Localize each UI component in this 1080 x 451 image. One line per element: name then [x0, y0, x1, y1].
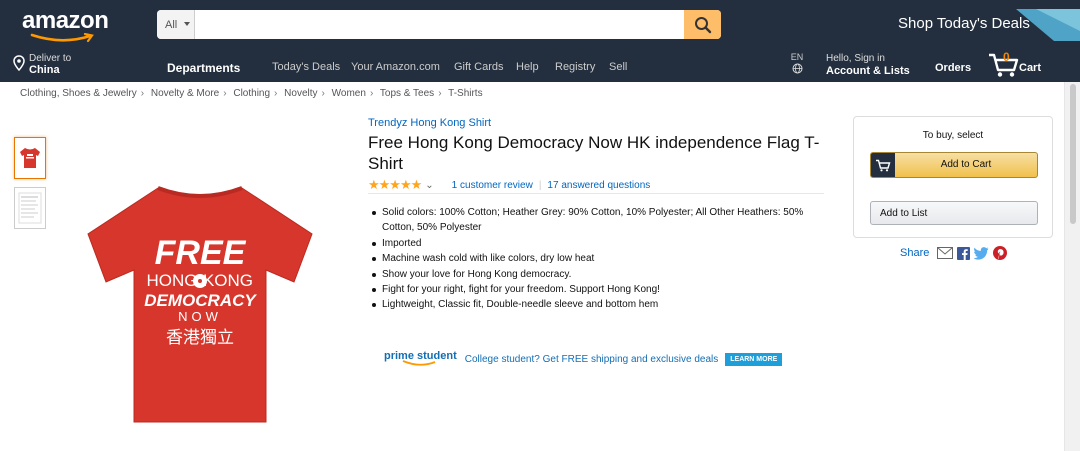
breadcrumb-item[interactable]: Women [332, 88, 366, 99]
size-chart-thumbnail-icon [18, 192, 42, 224]
chevron-down-icon[interactable]: ⌄ [425, 180, 433, 191]
cart-count: 0 [1003, 50, 1010, 64]
nav-your-amazon[interactable]: Your Amazon.com [351, 61, 440, 73]
nav-registry[interactable]: Registry [555, 61, 595, 73]
rating-row: ★★★★★ ⌄ 1 customer review | 17 answered … [368, 177, 650, 193]
list-item: Lightweight, Classic fit, Double-needle … [368, 297, 818, 312]
divider: | [538, 179, 542, 191]
breadcrumb-item[interactable]: Tops & Tees [380, 88, 434, 99]
breadcrumb-item[interactable]: Clothing [233, 88, 270, 99]
chevron-down-icon [184, 22, 190, 26]
breadcrumb: Clothing, Shoes & Jewelry › Novelty & Mor… [20, 88, 483, 99]
student-logo-text: student [417, 350, 457, 362]
search-icon [694, 16, 711, 33]
amazon-smile-icon [30, 33, 94, 43]
account-lists-label: Account & Lists [826, 65, 910, 77]
search-input[interactable] [197, 10, 681, 39]
pinterest-share-icon[interactable] [993, 246, 1008, 260]
tshirt-thumbnail-icon [20, 148, 40, 168]
page-scrollbar[interactable] [1064, 82, 1080, 451]
share-label: Share [900, 247, 930, 259]
breadcrumb-separator: › [274, 88, 278, 99]
learn-more-button[interactable]: LEARN MORE [725, 353, 783, 366]
cart-label: Cart [1019, 62, 1042, 74]
search-bar: All [157, 10, 721, 39]
list-item: Solid colors: 100% Cotton; Heather Grey:… [368, 205, 818, 236]
thumbnail-size-chart[interactable] [14, 187, 46, 229]
prime-logo-text: prime [384, 350, 414, 362]
customer-review-link[interactable]: 1 customer review [452, 180, 533, 191]
nav-help[interactable]: Help [516, 61, 539, 73]
search-category-dropdown[interactable]: All [157, 10, 195, 39]
thumbnail-shirt[interactable] [14, 137, 46, 179]
search-button[interactable] [684, 10, 721, 39]
email-share-icon[interactable] [937, 247, 954, 259]
language-code: EN [790, 52, 804, 62]
promo-flag-icon [1016, 9, 1080, 41]
amazon-logo[interactable]: amazon [22, 7, 109, 35]
top-nav: amazon All Shop Today's Deals Deliver to… [0, 0, 1080, 82]
globe-icon [792, 63, 802, 74]
deliver-to-country: China [29, 64, 60, 76]
facebook-share-icon[interactable] [957, 246, 971, 260]
breadcrumb-item[interactable]: Novelty & More [151, 88, 219, 99]
feature-bullets: Solid colors: 100% Cotton; Heather Grey:… [368, 205, 818, 313]
nav-gift-cards[interactable]: Gift Cards [454, 61, 504, 73]
share-row: Share [900, 246, 1008, 260]
buy-box: To buy, select Add to Cart Add to List [853, 116, 1053, 238]
breadcrumb-item[interactable]: Clothing, Shoes & Jewelry [20, 88, 137, 99]
list-item: Show your love for Hong Kong democracy. [368, 267, 818, 282]
shirt-text-free: FREE [155, 234, 247, 272]
shirt-text-chinese: 香港獨立 [166, 328, 234, 348]
twitter-share-icon[interactable] [974, 246, 989, 260]
breadcrumb-item[interactable]: Novelty [284, 88, 317, 99]
shirt-text-hong: HONG [147, 271, 198, 290]
shirt-text-kong: KONG [203, 271, 253, 290]
account-greeting: Hello, Sign in [826, 53, 885, 64]
buy-box-heading: To buy, select [922, 130, 984, 141]
divider [368, 193, 824, 194]
list-item: Machine wash cold with like colors, dry … [368, 251, 818, 266]
breadcrumb-separator: › [438, 88, 442, 99]
breadcrumb-item[interactable]: T-Shirts [448, 88, 482, 99]
nav-todays-deals[interactable]: Today's Deals [272, 61, 340, 73]
breadcrumb-separator: › [223, 88, 227, 99]
search-category-label: All [165, 19, 178, 31]
scrollbar-thumb[interactable] [1070, 84, 1076, 224]
cart-icon-container [871, 153, 895, 177]
location-pin-icon [13, 55, 25, 71]
cart-button[interactable]: 0 Cart [987, 50, 1047, 78]
nav-sell[interactable]: Sell [609, 61, 627, 73]
cart-icon [876, 159, 891, 171]
breadcrumb-separator: › [140, 88, 145, 99]
product-image-tshirt[interactable]: FREE HONG KONG DEMOCRACY NOW 香港獨立 [80, 182, 320, 428]
breadcrumb-separator: › [369, 88, 374, 99]
deliver-to[interactable]: Deliver to China [13, 53, 71, 77]
deliver-to-label: Deliver to [29, 53, 72, 64]
list-item: Fight for your right, fight for your fre… [368, 282, 818, 297]
product-title: Free Hong Kong Democracy Now HK independ… [368, 133, 820, 173]
breadcrumb-separator: › [321, 88, 325, 99]
list-item: Imported [368, 236, 818, 251]
orders-link[interactable]: Orders [935, 62, 971, 74]
language-selector[interactable]: EN [789, 52, 805, 74]
prime-student-text: College student? Get FREE shipping and e… [464, 354, 719, 365]
add-to-cart-label: Add to Cart [940, 159, 992, 170]
answered-questions-link[interactable]: 17 answered questions [547, 180, 650, 191]
shirt-text-now: NOW [178, 309, 222, 324]
account-menu[interactable]: Hello, Sign in Account & Lists [826, 53, 910, 78]
nav-departments[interactable]: Departments [167, 61, 240, 75]
prime-student-banner[interactable]: prime student College student? Get FREE … [384, 350, 783, 367]
shirt-text-democracy: DEMOCRACY [144, 291, 257, 310]
star-rating-icon[interactable]: ★★★★★ [368, 177, 422, 193]
prime-student-logo: prime student [384, 350, 457, 367]
add-to-cart-button[interactable]: Add to Cart [870, 152, 1038, 178]
add-to-list-button[interactable]: Add to List [870, 201, 1038, 225]
brand-link[interactable]: Trendyz Hong Kong Shirt [368, 117, 491, 129]
promo-link[interactable]: Shop Today's Deals [898, 15, 1030, 32]
